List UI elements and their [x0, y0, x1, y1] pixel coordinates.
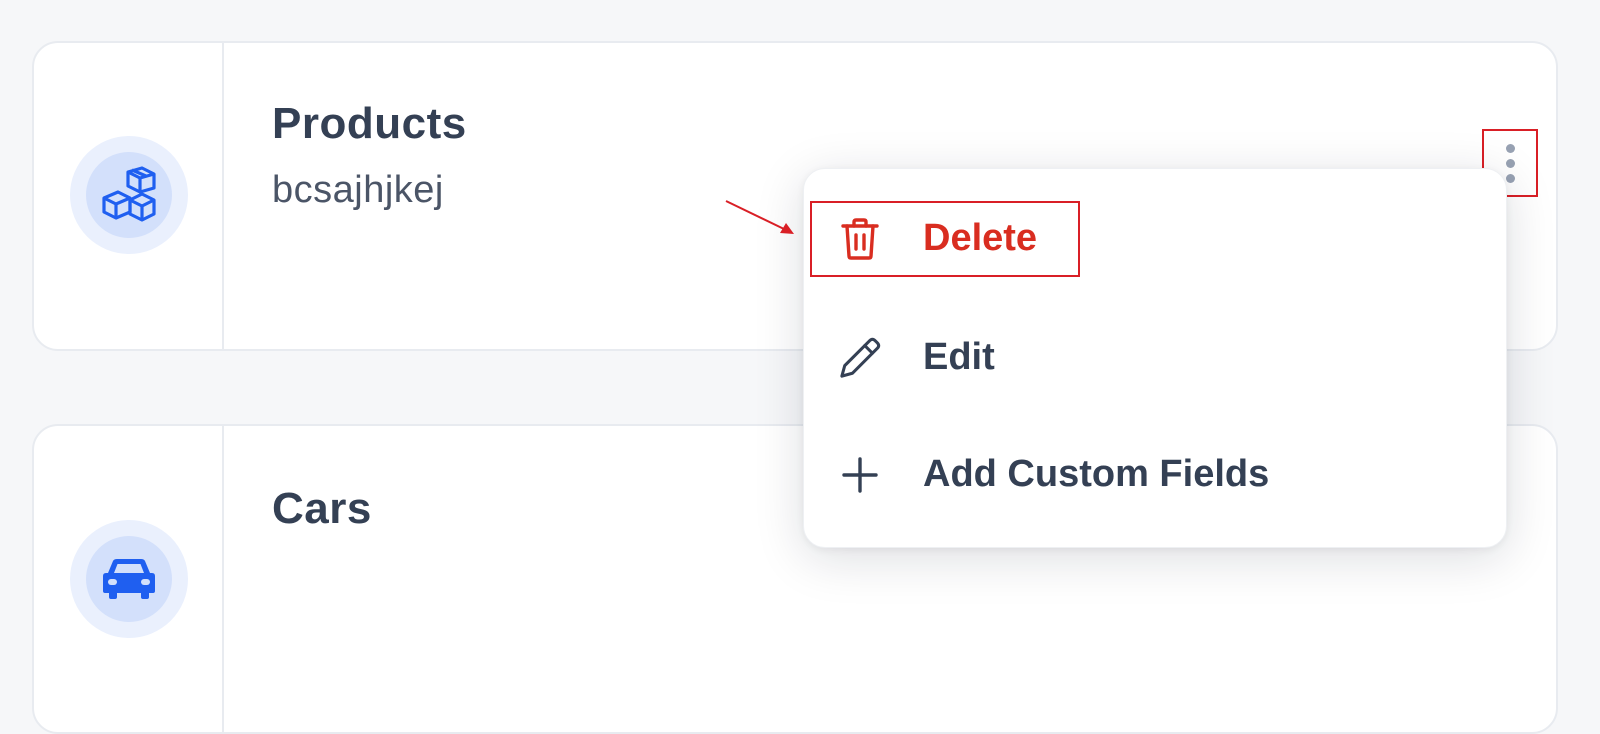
kebab-dot [1505, 143, 1515, 153]
menu-item-label: Add Custom Fields [923, 453, 1270, 495]
avatar [70, 520, 188, 638]
boxes-icon [102, 166, 156, 222]
menu-item-delete[interactable]: Delete [839, 211, 1037, 267]
avatar [70, 136, 188, 254]
card-description: bcsajhjkej [272, 169, 444, 211]
menu-item-add-custom-fields[interactable]: Add Custom Fields [839, 447, 1269, 503]
kebab-dot [1505, 173, 1515, 183]
menu-item-label: Edit [923, 336, 995, 378]
trash-icon [839, 215, 881, 263]
card-title: Products [272, 99, 467, 148]
kebab-dot [1505, 158, 1515, 168]
menu-item-label: Delete [923, 217, 1038, 259]
card-icon-column [34, 426, 224, 732]
menu-item-edit[interactable]: Edit [839, 330, 995, 386]
pencil-icon [839, 334, 881, 382]
plus-icon [839, 451, 881, 499]
card-icon-column [34, 43, 224, 349]
car-icon [103, 559, 155, 599]
card-title: Cars [272, 484, 372, 533]
annotation-arrow-icon [725, 200, 794, 234]
